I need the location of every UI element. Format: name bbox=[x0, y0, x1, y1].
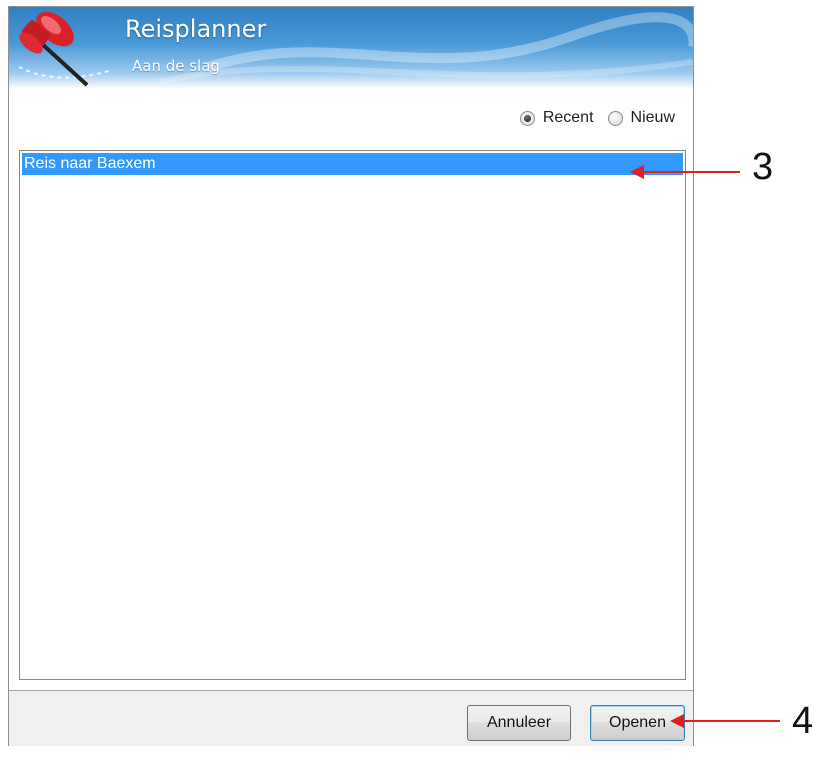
reisplanner-dialog: Reisplanner Aan de slag Recent Nieuw Rei… bbox=[8, 6, 694, 746]
radio-nieuw[interactable]: Nieuw bbox=[607, 109, 675, 127]
radio-recent[interactable]: Recent bbox=[519, 109, 594, 127]
mode-radio-group: Recent Nieuw bbox=[519, 107, 675, 129]
radio-recent-label: Recent bbox=[542, 109, 594, 126]
button-bar: Annuleer Openen bbox=[9, 690, 693, 746]
banner-waves bbox=[18, 12, 693, 85]
radio-checked-icon[interactable] bbox=[519, 110, 535, 126]
header-banner: Reisplanner Aan de slag bbox=[9, 7, 693, 89]
annotation-arrow-3 bbox=[642, 171, 740, 173]
annotation-arrow-4 bbox=[682, 720, 780, 722]
trip-list[interactable]: Reis naar Baexem bbox=[19, 150, 686, 680]
annotation-number-3: 3 bbox=[752, 146, 774, 188]
list-item[interactable]: Reis naar Baexem bbox=[22, 153, 683, 175]
radio-unchecked-icon[interactable] bbox=[607, 110, 623, 126]
app-title: Reisplanner bbox=[125, 15, 267, 43]
annotation-number-4: 4 bbox=[792, 700, 814, 742]
cancel-button[interactable]: Annuleer bbox=[467, 705, 571, 741]
app-subtitle: Aan de slag bbox=[132, 57, 220, 75]
radio-nieuw-label: Nieuw bbox=[630, 109, 675, 126]
pushpin-icon bbox=[19, 11, 89, 87]
